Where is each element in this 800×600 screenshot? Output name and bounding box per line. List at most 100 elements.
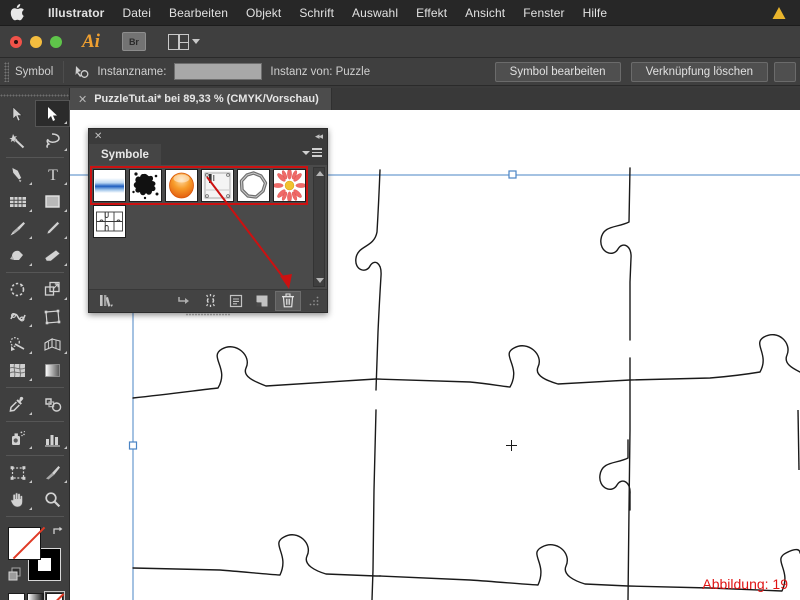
none-swatch-button[interactable]	[44, 591, 65, 600]
symbols-panel-footer	[89, 289, 327, 317]
direct-selection-tool[interactable]	[35, 100, 70, 127]
crosshair-cursor	[506, 440, 517, 451]
symbols-grid	[93, 169, 311, 241]
blend-tool[interactable]	[35, 391, 70, 418]
gradient-swatch-button[interactable]	[27, 593, 44, 600]
width-tool[interactable]	[0, 303, 35, 330]
scale-tool[interactable]	[35, 276, 70, 303]
divider	[63, 60, 65, 83]
fill-swatch[interactable]	[8, 527, 41, 560]
place-symbol-instance-icon[interactable]	[171, 291, 197, 311]
tools-panel: T	[0, 88, 70, 600]
warning-triangle-icon[interactable]	[770, 4, 788, 22]
control-bar-grip[interactable]	[4, 61, 9, 82]
document-tab-bar: ✕ PuzzleTut.ai* bei 89,33 % (CMYK/Vorsch…	[70, 88, 800, 110]
symbol-options-icon[interactable]	[223, 291, 249, 311]
menu-item-bearbeiten[interactable]: Bearbeiten	[160, 0, 237, 26]
document-tab-title: PuzzleTut.ai* bei 89,33 % (CMYK/Vorschau…	[94, 93, 319, 105]
color-mode-buttons	[8, 591, 69, 600]
symbol-puzzle-grid-symbol[interactable]	[93, 205, 126, 238]
blob-brush-tool[interactable]	[0, 242, 35, 269]
paintbrush-tool[interactable]	[0, 215, 35, 242]
perspective-grid-tool[interactable]	[35, 330, 70, 357]
rectangle-tool[interactable]	[35, 188, 70, 215]
window-controls	[0, 35, 62, 48]
symbol-tech-panel-symbol[interactable]	[201, 169, 234, 202]
pen-tool[interactable]	[0, 161, 35, 188]
zoom-tool[interactable]	[35, 486, 70, 513]
minimize-window-button[interactable]	[30, 35, 42, 48]
symbol-sprayer-tool[interactable]	[0, 425, 35, 452]
break-link-to-symbol-icon[interactable]	[197, 291, 223, 311]
panel-resize-grip[interactable]	[301, 291, 327, 311]
svg-text:T: T	[48, 167, 58, 183]
illustrator-window: Illustrator Datei Bearbeiten Objekt Schr…	[0, 0, 800, 600]
menu-item-effekt[interactable]: Effekt	[407, 0, 456, 26]
menu-item-schrift[interactable]: Schrift	[290, 0, 343, 26]
panel-bottom-grip[interactable]	[186, 312, 230, 317]
shape-builder-tool[interactable]	[0, 330, 35, 357]
eraser-tool[interactable]	[35, 242, 70, 269]
collapse-panel-icon[interactable]: ◂◂	[315, 131, 323, 142]
menu-item-hilfe[interactable]: Hilfe	[574, 0, 617, 26]
gradient-tool[interactable]	[35, 357, 70, 384]
type-tool[interactable]: T	[35, 161, 70, 188]
rotate-tool[interactable]	[0, 276, 35, 303]
eyedropper-tool[interactable]	[0, 391, 35, 418]
magic-wand-tool[interactable]	[0, 127, 35, 154]
document-tab-puzzletut[interactable]: ✕ PuzzleTut.ai* bei 89,33 % (CMYK/Vorsch…	[70, 88, 332, 110]
control-bar-overflow-button[interactable]	[774, 61, 796, 82]
menu-item-datei[interactable]: Datei	[113, 0, 160, 26]
edit-symbol-button[interactable]: Symbol bearbeiten	[494, 61, 621, 82]
symbols-panel-titlebar[interactable]: ✕ ◂◂	[89, 129, 327, 144]
mesh-tool[interactable]	[0, 357, 35, 384]
column-graph-tool[interactable]	[35, 425, 70, 452]
symbol-gray-ring-symbol[interactable]	[237, 169, 270, 202]
menu-item-auswahl[interactable]: Auswahl	[343, 0, 407, 26]
panel-menu-icon[interactable]	[302, 148, 322, 159]
close-window-button[interactable]	[10, 35, 22, 48]
free-transform-tool[interactable]	[35, 303, 70, 330]
color-swatch-button[interactable]	[8, 593, 25, 600]
menu-item-objekt[interactable]: Objekt	[237, 0, 290, 26]
close-icon[interactable]: ✕	[78, 93, 87, 106]
tab-symbole[interactable]: Symbole	[89, 144, 161, 165]
break-link-button[interactable]: Verknüpfung löschen	[630, 61, 768, 82]
lasso-tool[interactable]	[35, 127, 70, 154]
hand-tool[interactable]	[0, 486, 35, 513]
menu-item-ansicht[interactable]: Ansicht	[456, 0, 514, 26]
default-fill-stroke-icon[interactable]	[8, 567, 23, 587]
close-icon[interactable]: ✕	[94, 130, 102, 143]
menu-item-illustrator[interactable]: Illustrator	[39, 0, 113, 26]
line-segment-tool[interactable]	[0, 188, 35, 215]
app-title-bar: Ai Br	[0, 26, 800, 58]
slice-tool[interactable]	[35, 459, 70, 486]
scroll-down-icon[interactable]	[316, 278, 324, 283]
bridge-button[interactable]: Br	[121, 32, 146, 51]
arrange-documents-icon[interactable]	[167, 33, 200, 50]
symbols-panel[interactable]: ✕ ◂◂ Symbole	[88, 128, 328, 317]
menu-bar: Illustrator Datei Bearbeiten Objekt Schr…	[0, 0, 800, 26]
apple-logo-icon[interactable]	[10, 4, 25, 21]
zoom-window-button[interactable]	[50, 35, 62, 48]
pencil-tool[interactable]	[35, 215, 70, 242]
tools-panel-grip[interactable]	[0, 90, 69, 100]
symbols-panel-scrollbar[interactable]	[313, 167, 325, 287]
symbols-grid-area[interactable]	[89, 165, 327, 289]
tab-symbole-label: Symbole	[101, 148, 149, 161]
selection-tool[interactable]	[0, 100, 35, 127]
symbol-red-flower-symbol[interactable]	[273, 169, 306, 202]
symbol-black-splat-symbol[interactable]	[129, 169, 162, 202]
artboard-tool[interactable]	[0, 459, 35, 486]
instance-name-label: Instanzname:	[97, 65, 167, 78]
symbol-libraries-menu-icon[interactable]	[93, 291, 119, 311]
swap-fill-stroke-icon[interactable]	[52, 525, 65, 543]
scroll-up-icon[interactable]	[316, 171, 324, 176]
menu-item-fenster[interactable]: Fenster	[514, 0, 573, 26]
delete-symbol-icon[interactable]	[275, 290, 301, 311]
instance-name-input[interactable]	[174, 63, 263, 80]
new-symbol-icon[interactable]	[249, 291, 275, 311]
symbol-blue-gradient-symbol[interactable]	[93, 169, 126, 202]
symbol-orange-sphere-symbol[interactable]	[165, 169, 198, 202]
control-bar-context-label: Symbol	[15, 65, 54, 78]
